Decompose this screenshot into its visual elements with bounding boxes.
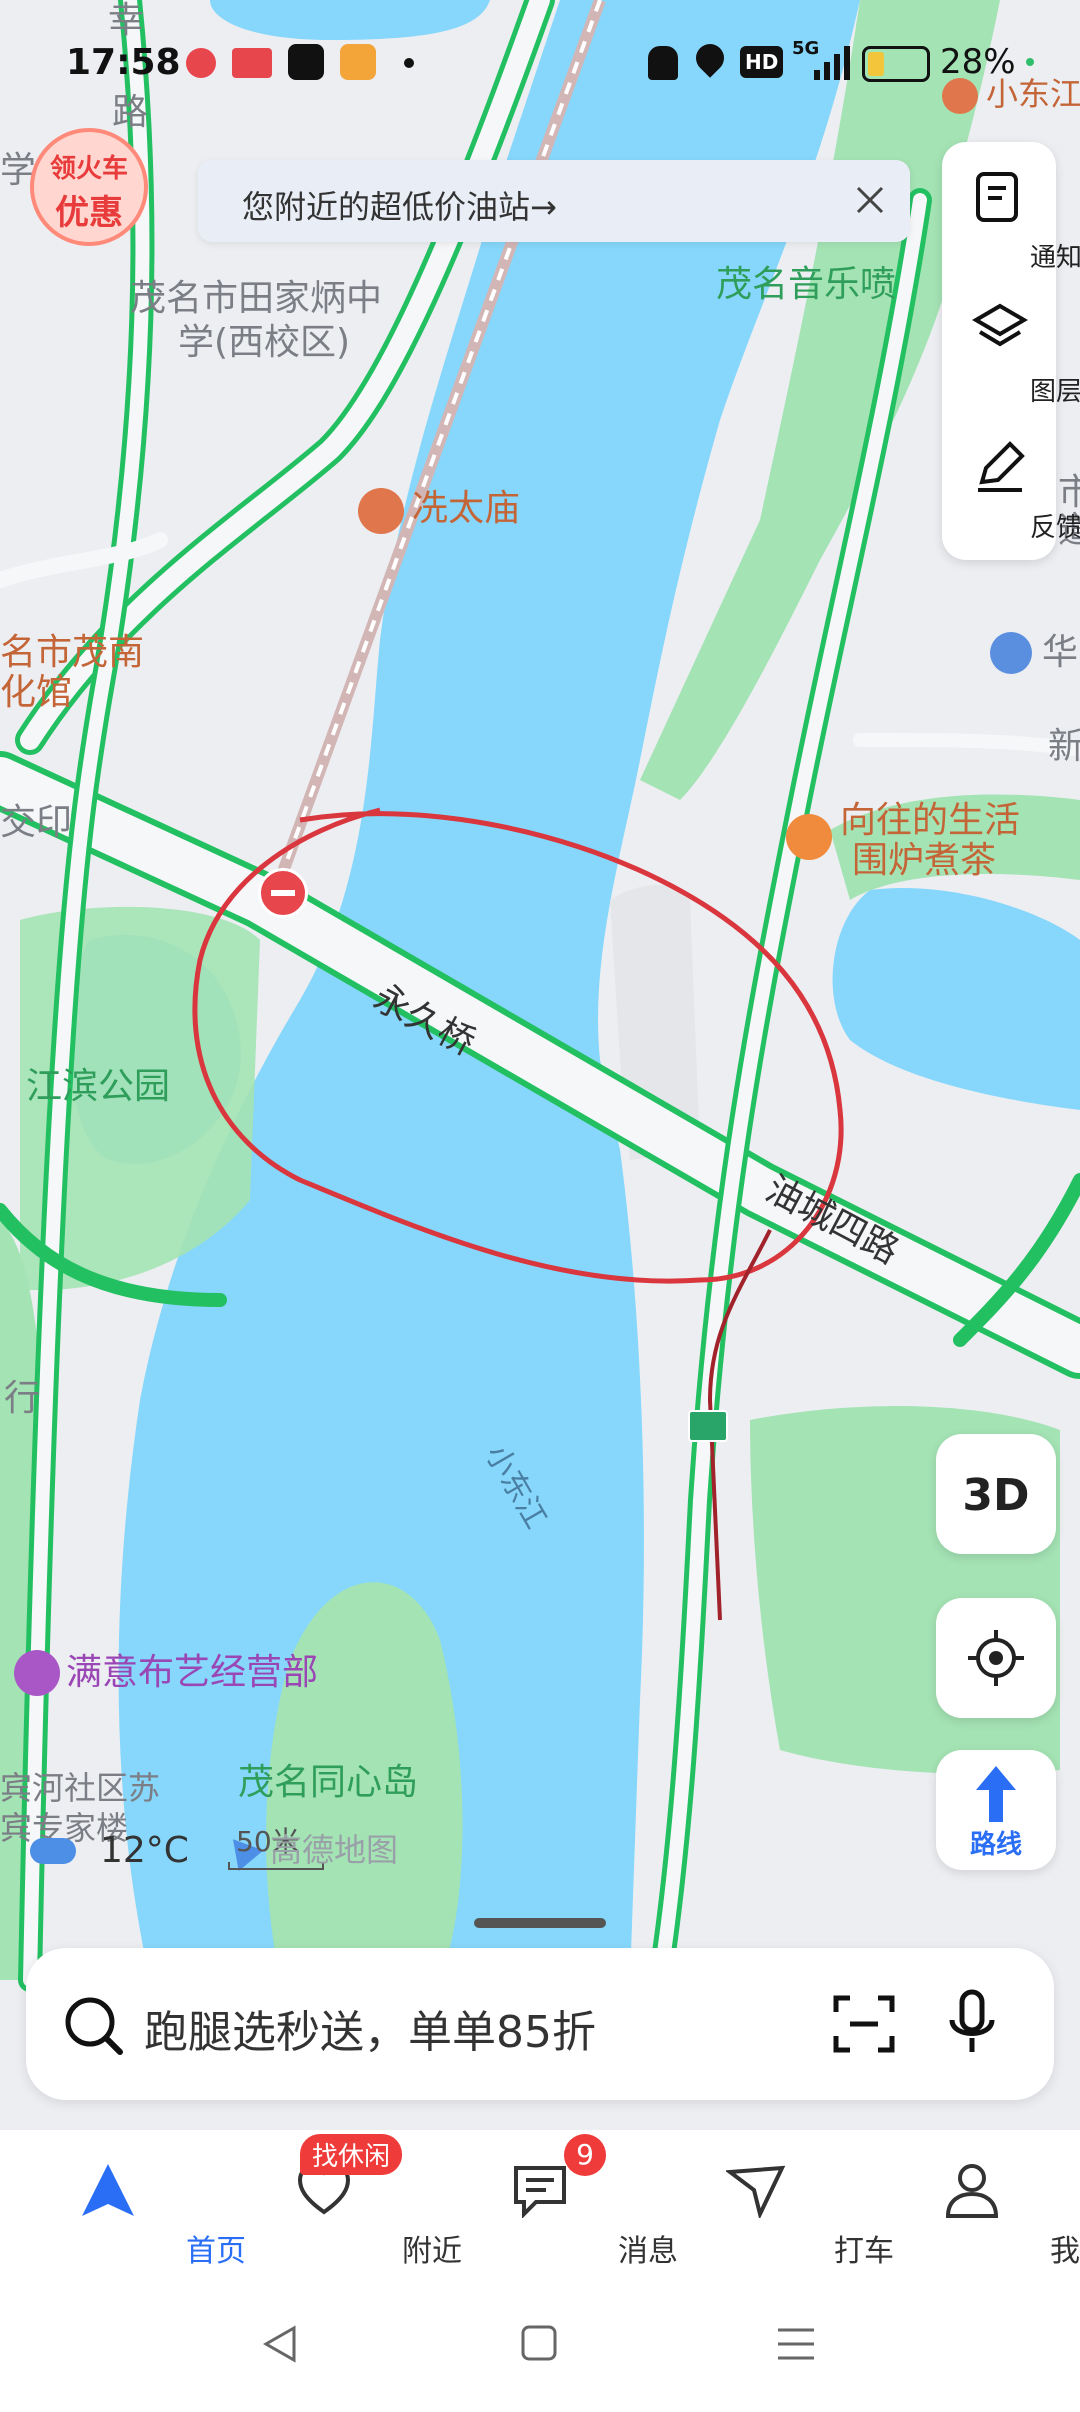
battery-percent: 28% <box>940 42 1016 82</box>
location-icon <box>690 38 730 78</box>
map-label-teahouse-2: 围炉煮茶 <box>852 840 997 881</box>
map-label-edge-lu: 路 <box>112 92 149 133</box>
map-label-park: 江滨公园 <box>26 1066 171 1107</box>
signal-icon <box>810 44 850 80</box>
map-label-edge-jiao: 交印 <box>0 802 73 843</box>
notify-label: 通知 <box>1029 243 1080 273</box>
hd-badge: HD <box>740 46 784 78</box>
back-icon[interactable] <box>262 2324 298 2364</box>
dot-icon <box>404 58 414 68</box>
train-promo-badge[interactable]: 领火车 优惠 <box>30 128 148 246</box>
poi-pin-icon[interactable] <box>358 488 404 534</box>
close-icon[interactable] <box>848 178 892 222</box>
map-label-island: 茂名同心岛 <box>238 1762 419 1803</box>
app-icon-weibo <box>340 44 376 80</box>
gas-station-banner[interactable]: 您附近的超低价油站→ <box>198 160 910 242</box>
status-bar: 17:58 HD 5G 28% <box>0 36 1080 96</box>
messages-badge: 9 <box>564 2134 606 2176</box>
home-arrow-icon <box>82 2164 134 2216</box>
message-icon <box>514 2166 566 2218</box>
nav-messages[interactable]: 9 消息 <box>432 2130 678 2280</box>
restaurant-pin-icon[interactable] <box>786 814 832 860</box>
system-nav-bar <box>0 2280 1080 2412</box>
search-bar[interactable]: 跑腿选秒送，单单85折 <box>26 1948 1054 2100</box>
nav-profile[interactable]: 我的 <box>864 2130 1080 2280</box>
search-placeholder: 跑腿选秒送，单单85折 <box>144 2007 596 2058</box>
nav-profile-label: 我的 <box>1050 2234 1080 2269</box>
layers-label: 图层 <box>1029 377 1080 407</box>
route-button[interactable]: 路线 <box>936 1750 1056 1870</box>
notify-button[interactable]: 通知 <box>942 152 1080 282</box>
home-square-icon[interactable] <box>520 2324 558 2362</box>
route-arrow-icon <box>976 1766 1016 1822</box>
locate-button[interactable] <box>936 1598 1056 1718</box>
battery-fill <box>868 52 884 76</box>
nearby-badge: 找休闲 <box>300 2134 403 2175</box>
map-label-culture-2: 化馆 <box>0 672 73 713</box>
map-label-temple: 冼太庙 <box>412 488 521 529</box>
map-label-teahouse-1: 向往的生活 <box>840 800 1021 841</box>
weather-temp: 12°C <box>100 1830 189 1871</box>
status-time: 17:58 <box>66 42 181 83</box>
layers-icon <box>972 303 1028 347</box>
map-tools-panel: 通知 图层 反馈 <box>942 142 1080 560</box>
shop-pin-icon[interactable] <box>14 1650 60 1696</box>
nav-taxi[interactable]: 打车 <box>648 2130 894 2280</box>
cloud-icon <box>30 1838 76 1864</box>
promo-line-2: 优惠 <box>55 193 123 233</box>
banner-text: 您附近的超低价油站→ <box>242 188 557 226</box>
route-label: 路线 <box>969 1830 1022 1860</box>
map-label-music-fountain: 茂名音乐喷 <box>716 264 897 305</box>
promo-line-1: 领火车 <box>49 154 128 184</box>
no-entry-icon <box>258 868 308 918</box>
search-icon <box>65 1997 123 2055</box>
blue-pin-icon[interactable] <box>990 632 1032 674</box>
3d-view-button[interactable]: 3D <box>936 1434 1056 1554</box>
notify-icon <box>976 172 1018 222</box>
map-label-school-1: 茂名市田家炳中 <box>130 278 383 319</box>
map-label-school-2: 学(西校区) <box>178 322 351 363</box>
map-label-right-poi: 华 <box>1042 632 1079 673</box>
feedback-label: 反馈 <box>1029 513 1080 543</box>
feedback-pen-icon <box>978 441 1025 492</box>
map-label-community-1: 宾河社区苏 <box>0 1769 161 1807</box>
app-icon-tiktok <box>288 44 324 80</box>
bottom-nav: 首页 找休闲 附近 9 消息 打车 我的 <box>0 2130 1080 2280</box>
bus-stop-icon <box>688 1410 728 1442</box>
taxi-icon <box>726 2165 786 2218</box>
map-graphics <box>0 0 1080 2130</box>
charging-dot-icon <box>1026 58 1034 66</box>
scan-icon[interactable] <box>832 1994 896 2054</box>
crosshair-icon <box>968 1630 1024 1686</box>
drag-handle[interactable] <box>474 1918 606 1928</box>
feedback-button[interactable]: 反馈 <box>942 422 1080 552</box>
menu-icon[interactable] <box>776 2326 816 2362</box>
person-icon <box>945 2164 999 2218</box>
app-icon-maps <box>186 48 216 78</box>
microphone-icon[interactable] <box>946 1988 998 2058</box>
mute-bell-icon <box>648 46 678 80</box>
map-canvas[interactable]: 茂名市田家炳中 学(西校区) 冼太庙 茂名音乐喷 名市茂南 化馆 向往的生活 围… <box>0 0 1080 2130</box>
map-label-edge-xin: 新 <box>1048 726 1080 767</box>
map-watermark: 高德地图 <box>270 1831 399 1869</box>
map-label-shop: 满意布艺经营部 <box>66 1652 319 1693</box>
layers-button[interactable]: 图层 <box>942 286 1080 416</box>
3d-label: 3D <box>962 1470 1030 1521</box>
nav-nearby[interactable]: 找休闲 附近 <box>216 2130 462 2280</box>
nav-home[interactable]: 首页 <box>0 2130 246 2280</box>
battery-icon <box>862 46 930 82</box>
map-label-culture-1: 名市茂南 <box>0 632 145 673</box>
app-icon-toutiao <box>232 48 272 78</box>
map-label-edge-xing: 行 <box>4 1378 41 1419</box>
